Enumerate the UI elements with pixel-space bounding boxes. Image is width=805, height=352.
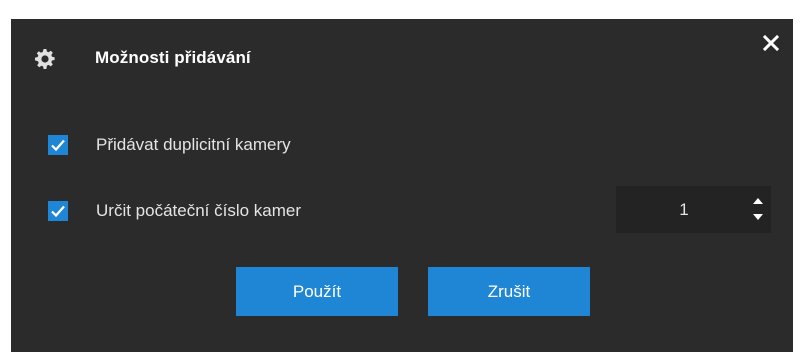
start-number-value[interactable]: 1 xyxy=(616,200,744,220)
add-options-dialog: Možnosti přidávání Přidávat duplicitní k… xyxy=(11,19,793,352)
cancel-button[interactable]: Zrušit xyxy=(428,267,590,316)
dialog-title: Možnosti přidávání xyxy=(95,48,251,67)
chevron-up-icon[interactable] xyxy=(752,196,764,206)
start-number-checkbox[interactable] xyxy=(48,201,68,221)
duplicate-cameras-checkbox[interactable] xyxy=(48,135,68,155)
close-icon[interactable] xyxy=(763,35,779,51)
duplicate-cameras-label: Přidávat duplicitní kamery xyxy=(96,135,291,154)
chevron-down-icon[interactable] xyxy=(752,212,764,222)
apply-button[interactable]: Použít xyxy=(236,267,398,316)
start-number-label: Určit počáteční číslo kamer xyxy=(96,201,302,220)
gear-icon xyxy=(35,49,55,69)
option-duplicate-cameras: Přidávat duplicitní kamery xyxy=(11,135,793,163)
checkmark-icon xyxy=(51,205,65,218)
dialog-titlebar: Možnosti přidávání xyxy=(11,19,793,89)
start-number-stepper[interactable]: 1 xyxy=(616,186,771,233)
checkmark-icon xyxy=(51,139,65,152)
